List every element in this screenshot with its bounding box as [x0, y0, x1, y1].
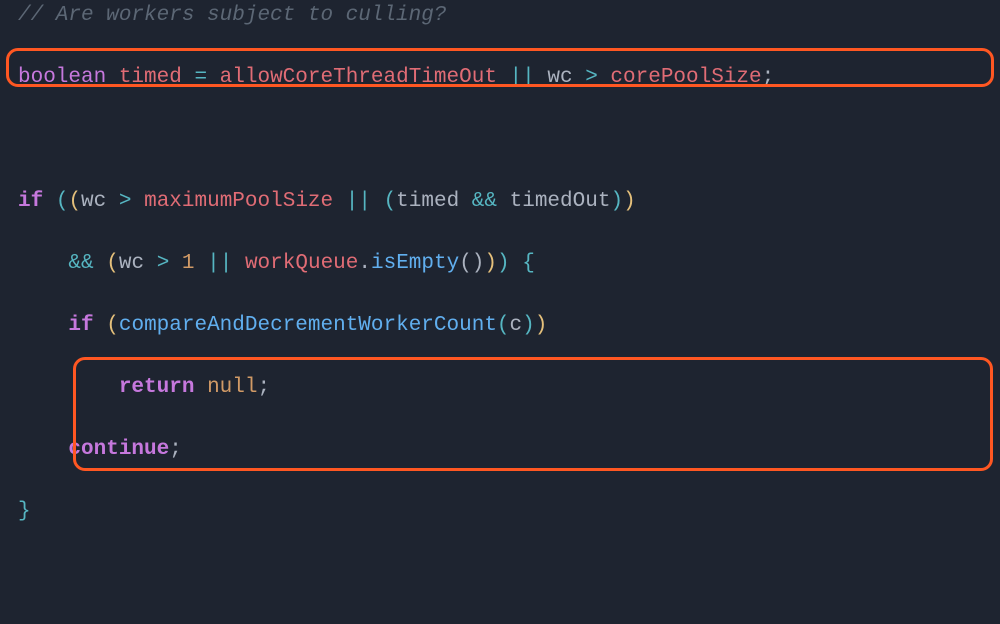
code-line: if (compareAndDecrementWorkerCount(c))	[18, 310, 982, 341]
identifier: workQueue	[245, 252, 358, 275]
paren: (	[497, 314, 510, 337]
operator: ||	[346, 190, 371, 213]
paren: (	[384, 190, 397, 213]
paren: )	[484, 252, 497, 275]
identifier: wc	[81, 190, 106, 213]
identifier: c	[510, 314, 523, 337]
code-line-blank	[18, 124, 982, 155]
punct: .	[358, 252, 371, 275]
operator: ||	[207, 252, 232, 275]
operator: ||	[510, 66, 535, 89]
comment: // Are workers subject to culling?	[18, 4, 446, 27]
paren: )	[535, 314, 548, 337]
code-line: // Are workers subject to culling?	[18, 0, 982, 31]
punct: ;	[257, 376, 270, 399]
identifier: timedOut	[510, 190, 611, 213]
identifier: corePoolSize	[610, 66, 761, 89]
identifier: timed	[396, 190, 459, 213]
number: 1	[182, 252, 195, 275]
paren: (	[56, 190, 69, 213]
identifier: wc	[547, 66, 572, 89]
code-line: return null;	[18, 372, 982, 403]
function: isEmpty	[371, 252, 459, 275]
code-line: try {	[18, 620, 982, 624]
code-line: && (wc > 1 || workQueue.isEmpty())) {	[18, 248, 982, 279]
function: compareAndDecrementWorkerCount	[119, 314, 497, 337]
paren: )	[623, 190, 636, 213]
keyword-boolean: boolean	[18, 66, 106, 89]
code-line: }	[18, 496, 982, 527]
keyword-continue: continue	[68, 438, 169, 461]
punct: ;	[762, 66, 775, 89]
paren: (	[106, 252, 119, 275]
keyword-return: return	[119, 376, 195, 399]
brace: {	[522, 252, 535, 275]
keyword-if: if	[18, 190, 43, 213]
code-line: if ((wc > maximumPoolSize || (timed && t…	[18, 186, 982, 217]
operator: >	[157, 252, 170, 275]
paren: (	[68, 190, 81, 213]
identifier: maximumPoolSize	[144, 190, 333, 213]
operator: &&	[472, 190, 497, 213]
identifier: allowCoreThreadTimeOut	[220, 66, 497, 89]
operator: >	[119, 190, 132, 213]
paren: )	[522, 314, 535, 337]
code-line: continue;	[18, 434, 982, 465]
operator: &&	[68, 252, 93, 275]
code-line: boolean timed = allowCoreThreadTimeOut |…	[18, 62, 982, 93]
paren: )	[610, 190, 623, 213]
parens: ()	[459, 252, 484, 275]
identifier: wc	[119, 252, 144, 275]
operator: =	[194, 66, 207, 89]
identifier: timed	[119, 66, 182, 89]
operator: >	[585, 66, 598, 89]
code-line-blank	[18, 558, 982, 589]
code-block: // Are workers subject to culling? boole…	[0, 0, 1000, 624]
brace: }	[18, 500, 31, 523]
paren: )	[497, 252, 510, 275]
keyword-if: if	[68, 314, 93, 337]
punct: ;	[169, 438, 182, 461]
null: null	[207, 376, 257, 399]
paren: (	[106, 314, 119, 337]
